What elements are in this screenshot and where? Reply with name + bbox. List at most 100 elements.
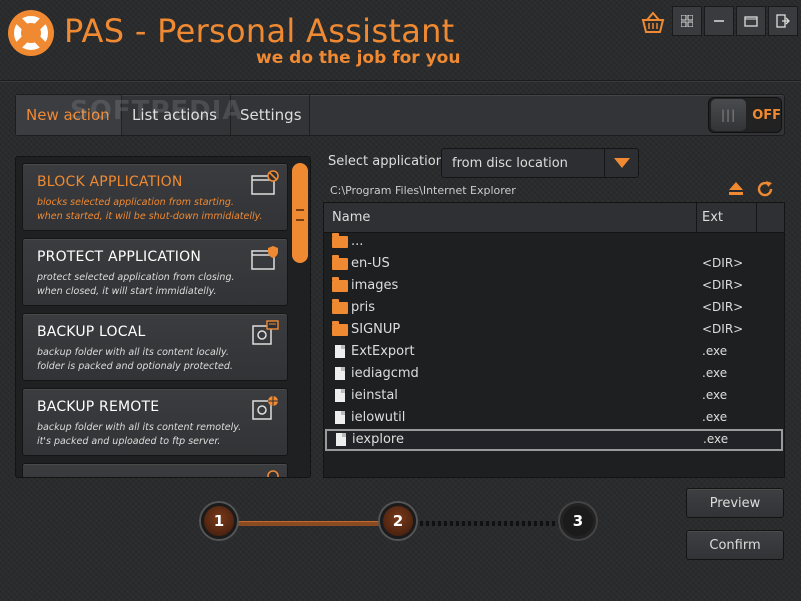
toggle-knob[interactable]: ||| bbox=[711, 99, 747, 131]
scrollbar-thumb[interactable] bbox=[292, 163, 308, 263]
current-path: C:\Program Files\Internet Explorer bbox=[330, 184, 516, 197]
chevron-down-icon bbox=[613, 158, 630, 168]
window-block-icon bbox=[251, 170, 279, 195]
file-name: ieinstal bbox=[351, 388, 398, 403]
step-2[interactable]: 2 bbox=[380, 503, 416, 539]
header-divider bbox=[0, 80, 801, 82]
column-header-ext[interactable]: Ext bbox=[702, 210, 723, 225]
column-header-name[interactable]: Name bbox=[332, 210, 370, 225]
app-title: PAS - Personal Assistant bbox=[64, 12, 455, 50]
safe-remote-icon bbox=[252, 396, 278, 420]
toggle-state: OFF bbox=[752, 107, 781, 123]
select-value: from disc location bbox=[452, 155, 568, 171]
action-list-scrollbar[interactable] bbox=[292, 161, 308, 475]
app-logo bbox=[8, 10, 54, 56]
file-row[interactable]: ieinstal .exe bbox=[324, 385, 784, 407]
path-controls bbox=[728, 180, 774, 198]
file-icon bbox=[335, 389, 345, 402]
action-description: blocks selected application from startin… bbox=[37, 196, 273, 224]
up-folder-icon[interactable] bbox=[728, 180, 744, 196]
file-row-selected[interactable]: iexplore .exe bbox=[325, 429, 783, 451]
folder-icon bbox=[332, 321, 348, 336]
file-ext: <DIR> bbox=[702, 256, 744, 270]
tab-settings[interactable]: Settings bbox=[230, 95, 310, 135]
action-title: BACKUP LOCAL bbox=[37, 324, 146, 340]
action-desc-line: folder is packed and optionaly protected… bbox=[37, 361, 233, 372]
action-desc-line: backup folder with all its content remot… bbox=[37, 422, 242, 433]
action-backup-local[interactable]: BACKUP LOCAL backup folder with all its … bbox=[22, 313, 288, 381]
file-name: ielowutil bbox=[351, 410, 406, 425]
action-desc-line: protect selected application from closin… bbox=[37, 272, 235, 283]
action-desc-line: it's packed and uploaded to ftp server. bbox=[37, 436, 221, 447]
tab-list-actions[interactable]: List actions bbox=[122, 95, 230, 135]
safe-local-icon bbox=[252, 320, 279, 345]
tab-separator bbox=[309, 95, 310, 135]
file-name: ExtExport bbox=[351, 344, 415, 359]
action-list: BLOCK APPLICATION blocks selected applic… bbox=[15, 156, 311, 478]
basket-icon[interactable] bbox=[640, 10, 666, 34]
action-block-application[interactable]: BLOCK APPLICATION blocks selected applic… bbox=[22, 163, 288, 231]
step-connector-done bbox=[234, 521, 384, 526]
file-list-header: Name Ext bbox=[324, 203, 784, 233]
action-description: protect selected application from closin… bbox=[37, 271, 273, 299]
file-icon bbox=[335, 367, 345, 380]
file-icon bbox=[336, 433, 346, 446]
confirm-button[interactable]: Confirm bbox=[686, 530, 784, 560]
file-ext: .exe bbox=[702, 344, 728, 358]
file-row[interactable]: pris <DIR> bbox=[324, 297, 784, 319]
file-ext: .exe bbox=[702, 366, 728, 380]
action-description: backup folder with all its content local… bbox=[37, 346, 273, 374]
file-name: en-US bbox=[351, 256, 390, 271]
preview-button[interactable]: Preview bbox=[686, 488, 784, 518]
progress-stepper: 1 2 3 bbox=[200, 503, 600, 543]
file-row[interactable]: SIGNUP <DIR> bbox=[324, 319, 784, 341]
file-name: images bbox=[351, 278, 399, 293]
action-partial[interactable] bbox=[22, 463, 288, 477]
action-protect-application[interactable]: PROTECT APPLICATION protect selected app… bbox=[22, 238, 288, 306]
action-desc-line: when closed, it will start immidiatelly. bbox=[37, 286, 217, 297]
action-desc-line: blocks selected application from startin… bbox=[37, 197, 234, 208]
refresh-icon[interactable] bbox=[756, 180, 774, 198]
file-name: SIGNUP bbox=[351, 322, 401, 337]
file-ext: .exe bbox=[702, 410, 728, 424]
grid-icon[interactable] bbox=[672, 6, 702, 36]
folder-icon bbox=[332, 233, 348, 248]
folder-icon bbox=[332, 299, 348, 314]
step-connector-todo bbox=[414, 521, 564, 526]
file-list: Name Ext ... en-US <DIR> images <DIR> pr… bbox=[323, 202, 785, 478]
window-shield-icon bbox=[251, 246, 278, 270]
file-row[interactable]: en-US <DIR> bbox=[324, 253, 784, 275]
window-controls bbox=[672, 6, 798, 36]
file-row[interactable]: images <DIR> bbox=[324, 275, 784, 297]
file-ext: .exe bbox=[702, 388, 728, 402]
file-row[interactable]: ielowutil .exe bbox=[324, 407, 784, 429]
file-row[interactable]: ExtExport .exe bbox=[324, 341, 784, 363]
file-name: pris bbox=[351, 300, 375, 315]
minimize-icon[interactable] bbox=[704, 6, 734, 36]
select-application-dropdown[interactable]: from disc location bbox=[441, 148, 639, 178]
column-separator bbox=[756, 203, 757, 233]
file-row[interactable]: iediagcmd .exe bbox=[324, 363, 784, 385]
tab-new-action[interactable]: New action bbox=[16, 95, 122, 135]
action-title: PROTECT APPLICATION bbox=[37, 249, 201, 265]
action-description: backup folder with all its content remot… bbox=[37, 421, 273, 449]
action-desc-line: backup folder with all its content local… bbox=[37, 347, 229, 358]
step-3[interactable]: 3 bbox=[560, 503, 596, 539]
file-row[interactable]: ... bbox=[324, 231, 784, 253]
folder-icon bbox=[332, 255, 348, 270]
action-title: BACKUP REMOTE bbox=[37, 399, 160, 415]
on-off-toggle[interactable]: ||| OFF bbox=[708, 97, 782, 133]
action-desc-line: when started, it will be shut-down immid… bbox=[37, 211, 263, 222]
file-icon bbox=[335, 345, 345, 358]
restore-icon[interactable] bbox=[736, 6, 766, 36]
select-application-label: Select application: bbox=[328, 154, 449, 169]
action-title: BLOCK APPLICATION bbox=[37, 174, 183, 190]
file-name: iediagcmd bbox=[351, 366, 419, 381]
file-name: ... bbox=[351, 234, 364, 249]
dropdown-arrow-button[interactable] bbox=[604, 149, 638, 177]
app-tagline: we do the job for you bbox=[256, 48, 461, 68]
step-1[interactable]: 1 bbox=[201, 503, 237, 539]
exit-icon[interactable] bbox=[768, 6, 798, 36]
action-backup-remote[interactable]: BACKUP REMOTE backup folder with all its… bbox=[22, 388, 288, 456]
file-ext: .exe bbox=[703, 432, 729, 446]
